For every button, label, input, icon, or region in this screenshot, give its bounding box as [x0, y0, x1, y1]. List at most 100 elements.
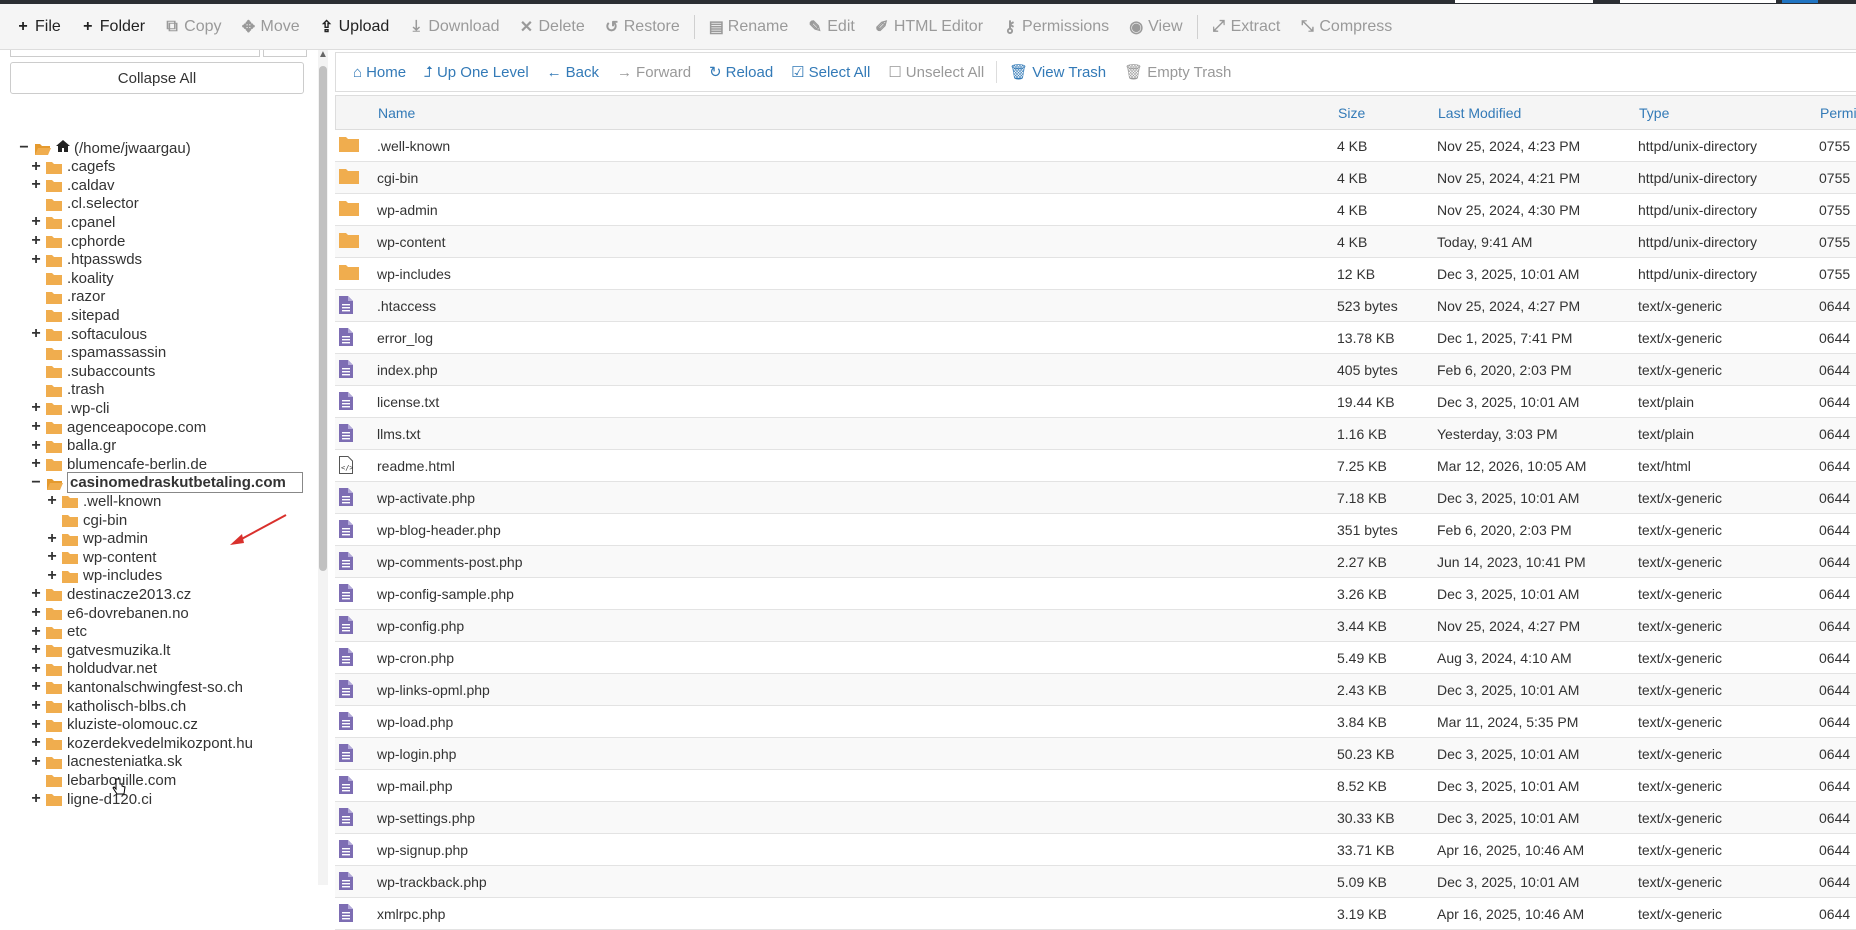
- home-button[interactable]: ⌂ Home: [344, 57, 415, 87]
- file-row[interactable]: wp-config-sample.php 3.26 KB Dec 3, 2025, …: [335, 578, 1856, 610]
- rename-button[interactable]: ▤ Rename: [699, 10, 798, 44]
- sidebar-scrollbar-thumb[interactable]: [319, 66, 327, 571]
- tree-node-label[interactable]: kluziste-olomouc.cz: [67, 716, 198, 733]
- delete-button[interactable]: ✕ Delete: [509, 10, 594, 44]
- tree-node-label[interactable]: gatvesmuzika.lt: [67, 642, 170, 659]
- expand-toggle-icon[interactable]: +: [30, 418, 42, 436]
- header-input-box[interactable]: [1620, 0, 1776, 3]
- expand-toggle-icon[interactable]: +: [46, 548, 58, 566]
- tree-node-label[interactable]: .spamassassin: [67, 344, 166, 361]
- reload-button[interactable]: ↻ Reload: [700, 57, 782, 87]
- unselect-all-button[interactable]: ☐ Unselect All: [879, 57, 993, 87]
- collapse-toggle-icon[interactable]: −: [18, 139, 30, 157]
- expand-toggle-icon[interactable]: +: [30, 251, 42, 269]
- tree-node-label[interactable]: etc: [67, 623, 87, 640]
- tree-node-label[interactable]: balla.gr: [67, 437, 116, 454]
- new-file-button[interactable]: + File: [6, 10, 71, 44]
- expand-toggle-icon[interactable]: +: [30, 437, 42, 455]
- file-row[interactable]: wp-config.php 3.44 KB Nov 25, 2024, 4:27 P…: [335, 610, 1856, 642]
- tree-node-label[interactable]: (/home/jwaargau): [74, 140, 191, 157]
- file-row[interactable]: wp-includes 12 KB Dec 3, 2025, 10:01 AM htt…: [335, 258, 1856, 290]
- expand-toggle-icon[interactable]: +: [30, 716, 42, 734]
- restore-button[interactable]: ↺ Restore: [595, 10, 690, 44]
- expand-toggle-icon[interactable]: +: [30, 790, 42, 808]
- expand-toggle-icon[interactable]: +: [30, 678, 42, 696]
- expand-toggle-icon[interactable]: +: [30, 604, 42, 622]
- column-header-last-modified[interactable]: Last Modified: [1438, 105, 1521, 121]
- tree-node-label[interactable]: .caldav: [67, 177, 115, 194]
- tree-node-label[interactable]: destinacze2013.cz: [67, 586, 191, 603]
- file-row[interactable]: wp-load.php 3.84 KB Mar 11, 2024, 5:35 PM t…: [335, 706, 1856, 738]
- expand-toggle-icon[interactable]: +: [46, 530, 58, 548]
- header-search-box[interactable]: [1455, 0, 1593, 3]
- file-row[interactable]: wp-comments-post.php 2.27 KB Jun 14, 2023,…: [335, 546, 1856, 578]
- file-row[interactable]: wp-content 4 KB Today, 9:41 AM httpd/unix-d…: [335, 226, 1856, 258]
- expand-toggle-icon[interactable]: +: [30, 176, 42, 194]
- move-button[interactable]: ✥ Move: [232, 10, 310, 44]
- tree-node-label[interactable]: lacnesteniatka.sk: [67, 753, 182, 770]
- file-row[interactable]: wp-mail.php 8.52 KB Dec 3, 2025, 10:01 AM t…: [335, 770, 1856, 802]
- file-row[interactable]: </> readme.html 7.25 KB Mar 12, 2026, 10:05…: [335, 450, 1856, 482]
- expand-toggle-icon[interactable]: +: [46, 492, 58, 510]
- tree-node-label[interactable]: holdudvar.net: [67, 660, 157, 677]
- tree-node-label[interactable]: e6-dovrebanen.no: [67, 605, 189, 622]
- column-header-permissions[interactable]: Permis: [1820, 105, 1856, 121]
- download-button[interactable]: ⤓ Download: [399, 10, 509, 44]
- tree-node-label[interactable]: .cagefs: [67, 158, 115, 175]
- new-folder-button[interactable]: + Folder: [71, 10, 155, 44]
- file-row[interactable]: error_log 13.78 KB Dec 1, 2025, 7:41 PM tex…: [335, 322, 1856, 354]
- tree-node-label[interactable]: .sitepad: [67, 307, 120, 324]
- expand-toggle-icon[interactable]: +: [30, 213, 42, 231]
- expand-toggle-icon[interactable]: +: [30, 660, 42, 678]
- upload-button[interactable]: ⇪ Upload: [310, 10, 400, 44]
- file-row[interactable]: wp-trackback.php 5.09 KB Dec 3, 2025, 10:0…: [335, 866, 1856, 898]
- up-one-level-button[interactable]: ⮥ Up One Level: [415, 57, 538, 87]
- tree-node-label[interactable]: kozerdekvedelmikozpont.hu: [67, 735, 253, 752]
- expand-toggle-icon[interactable]: +: [30, 753, 42, 771]
- tree-node-label[interactable]: wp-content: [83, 549, 156, 566]
- copy-button[interactable]: ⧉ Copy: [155, 10, 231, 44]
- expand-toggle-icon[interactable]: +: [30, 455, 42, 473]
- back-button[interactable]: ← Back: [538, 57, 608, 87]
- extract-button[interactable]: ⤢ Extract: [1202, 10, 1291, 44]
- tree-node-label[interactable]: ligne-d120.ci: [67, 791, 152, 808]
- file-row[interactable]: wp-blog-header.php 351 bytes Feb 6, 2020, …: [335, 514, 1856, 546]
- expand-toggle-icon[interactable]: +: [30, 399, 42, 417]
- file-row[interactable]: llms.txt 1.16 KB Yesterday, 3:03 PM text/pl…: [335, 418, 1856, 450]
- sidebar-path-input[interactable]: [10, 50, 260, 57]
- file-row[interactable]: .htaccess 523 bytes Nov 25, 2024, 4:27 PM t…: [335, 290, 1856, 322]
- view-trash-button[interactable]: 🗑 View Trash: [1000, 57, 1115, 87]
- tree-node-label[interactable]: .trash: [67, 381, 105, 398]
- expand-toggle-icon[interactable]: +: [30, 641, 42, 659]
- column-header-size[interactable]: Size: [1338, 105, 1365, 121]
- file-row[interactable]: wp-cron.php 5.49 KB Aug 3, 2024, 4:10 AM te…: [335, 642, 1856, 674]
- file-row[interactable]: wp-admin 4 KB Nov 25, 2024, 4:30 PM httpd/u…: [335, 194, 1856, 226]
- file-row[interactable]: wp-activate.php 7.18 KB Dec 3, 2025, 10:01…: [335, 482, 1856, 514]
- tree-node-label[interactable]: .well-known: [83, 493, 161, 510]
- sidebar-go-button[interactable]: [263, 50, 307, 57]
- tree-node-label[interactable]: kantonalschwingfest-so.ch: [67, 679, 243, 696]
- tree-node-label[interactable]: .cpanel: [67, 214, 115, 231]
- expand-toggle-icon[interactable]: +: [30, 734, 42, 752]
- expand-toggle-icon[interactable]: +: [30, 325, 42, 343]
- tree-node-label[interactable]: .htpasswds: [67, 251, 142, 268]
- expand-toggle-icon[interactable]: +: [30, 232, 42, 250]
- collapse-all-button[interactable]: Collapse All: [10, 62, 304, 94]
- column-header-name[interactable]: Name: [378, 105, 415, 121]
- compress-button[interactable]: ⤡ Compress: [1290, 10, 1402, 44]
- tree-node-label[interactable]: .softaculous: [67, 326, 147, 343]
- forward-button[interactable]: → Forward: [608, 57, 700, 87]
- file-row[interactable]: license.txt 19.44 KB Dec 3, 2025, 10:01 AM…: [335, 386, 1856, 418]
- file-row[interactable]: index.php 405 bytes Feb 6, 2020, 2:03 PM te…: [335, 354, 1856, 386]
- file-row[interactable]: wp-login.php 50.23 KB Dec 3, 2025, 10:01 A…: [335, 738, 1856, 770]
- tree-node-label[interactable]: wp-includes: [83, 567, 162, 584]
- empty-trash-button[interactable]: 🗑 Empty Trash: [1115, 57, 1240, 87]
- file-row[interactable]: wp-signup.php 33.71 KB Apr 16, 2025, 10:46…: [335, 834, 1856, 866]
- file-row[interactable]: xmlrpc.php 3.19 KB Apr 16, 2025, 10:46 AM t…: [335, 898, 1856, 930]
- expand-toggle-icon[interactable]: +: [30, 623, 42, 641]
- file-row[interactable]: wp-settings.php 30.33 KB Dec 3, 2025, 10:0…: [335, 802, 1856, 834]
- expand-toggle-icon[interactable]: +: [30, 697, 42, 715]
- tree-node-label[interactable]: cgi-bin: [83, 512, 127, 529]
- view-button[interactable]: ◉ View: [1119, 10, 1192, 44]
- file-row[interactable]: cgi-bin 4 KB Nov 25, 2024, 4:21 PM httpd/un…: [335, 162, 1856, 194]
